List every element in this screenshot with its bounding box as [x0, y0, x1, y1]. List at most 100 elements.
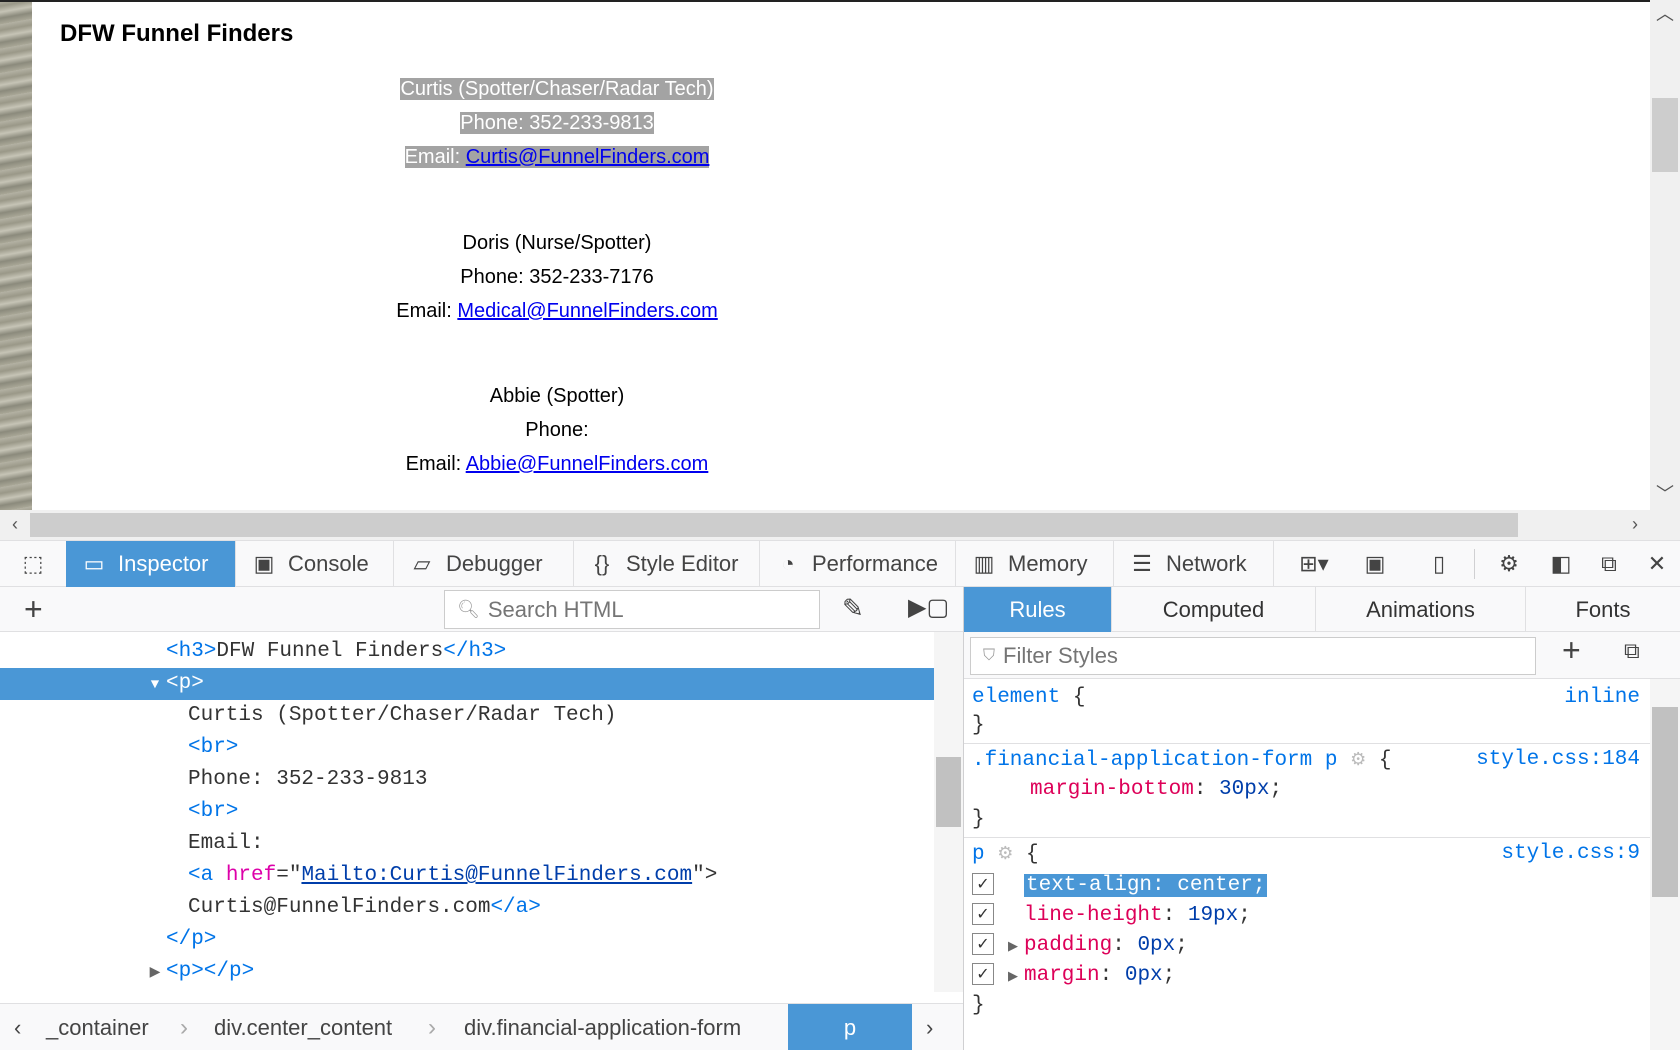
tree-node-br[interactable]: <br>	[0, 796, 934, 828]
layout-frames-icon[interactable]: ⊞▾	[1284, 541, 1344, 587]
dock-side-icon[interactable]: ◧	[1536, 541, 1586, 587]
breadcrumb-left-arrow-icon[interactable]: ‹	[14, 1004, 38, 1050]
split-console-icon[interactable]: ▣	[1350, 541, 1400, 587]
contact-name: Abbie (Spotter)	[489, 385, 625, 407]
tree-text-node[interactable]: Phone: 352-233-9813	[0, 764, 934, 796]
contact-phone: Phone: 352-233-7176	[460, 266, 654, 288]
tab-console[interactable]: ▣ Console	[236, 541, 394, 587]
rules-scroll-thumb[interactable]	[1652, 707, 1678, 897]
href-link[interactable]: Mailto:Curtis@FunnelFinders.com	[301, 864, 692, 887]
contact-block-curtis[interactable]: Curtis (Spotter/Chaser/Radar Tech) Phone…	[322, 72, 792, 174]
expand-triangle-icon[interactable]: ▶	[1008, 932, 1024, 962]
tab-animations[interactable]: Animations	[1316, 587, 1526, 632]
scroll-left-arrow-icon[interactable]: ‹	[0, 514, 30, 535]
search-html-input[interactable]	[487, 596, 808, 623]
tab-computed[interactable]: Computed	[1112, 587, 1316, 632]
rule-source[interactable]: inline	[1564, 683, 1640, 713]
page-vertical-scroll-thumb[interactable]	[1652, 98, 1678, 172]
search-icon: 🔍︎	[457, 599, 480, 619]
tab-rules[interactable]: Rules	[964, 587, 1112, 632]
contact-name: Doris (Nurse/Spotter)	[462, 232, 652, 254]
network-icon: ☰	[1132, 551, 1152, 576]
page-content: DFW Funnel Finders Curtis (Spotter/Chase…	[32, 2, 1650, 510]
declaration-checkbox[interactable]: ✓	[972, 933, 994, 956]
markup-panel: + 🔍︎ ✎ ▶▢ <h3>DFW Funnel Finders</h3> ▼<…	[0, 587, 964, 1050]
gear-icon[interactable]: ⚙	[997, 843, 1013, 864]
element-picker-icon[interactable]: ⬚	[8, 541, 58, 587]
declaration[interactable]: ✓ line-height: 19px;	[972, 901, 1648, 931]
declaration[interactable]: ✓ ▶ padding: 0px;	[972, 931, 1648, 961]
close-icon[interactable]: ✕	[1632, 541, 1680, 587]
breadcrumb-item[interactable]: _container	[46, 1004, 149, 1050]
console-icon: ▣	[253, 551, 275, 576]
sidebar-tabs: Rules Computed Animations Fonts	[964, 587, 1680, 632]
scroll-up-arrow-icon[interactable]: ︿	[1650, 0, 1680, 26]
tab-style-editor[interactable]: {} Style Editor	[574, 541, 760, 587]
rule-element[interactable]: element {inline	[972, 683, 1648, 713]
tree-node-p-collapsed[interactable]: ▶ <p></p>	[0, 956, 934, 988]
filter-styles-input[interactable]	[1003, 643, 1504, 669]
scroll-right-arrow-icon[interactable]: ›	[1620, 514, 1650, 535]
toggle-pseudo-classes-icon[interactable]: ⧉	[1624, 638, 1640, 664]
scroll-down-arrow-icon[interactable]: ﹀	[1650, 480, 1680, 506]
declaration[interactable]: ✓ ▶ margin: 0px;	[972, 961, 1648, 991]
expand-triangle-icon[interactable]: ▼	[144, 669, 166, 701]
eyedropper-icon[interactable]: ✎	[842, 593, 864, 624]
separate-window-icon[interactable]: ⧉	[1584, 541, 1634, 587]
declaration-checkbox[interactable]: ✓	[972, 903, 994, 926]
contact-email-link[interactable]: Medical@FunnelFinders.com	[457, 300, 717, 322]
tree-text-node[interactable]: Curtis (Spotter/Chaser/Radar Tech)	[0, 700, 934, 732]
tree-node-p-close[interactable]: </p>	[0, 924, 934, 956]
add-node-icon[interactable]: +	[24, 591, 43, 628]
breadcrumb-item-active[interactable]: p	[788, 1004, 912, 1050]
background-image-strip	[0, 0, 32, 510]
rule-p[interactable]: p ⚙ {style.css:9	[972, 839, 1648, 869]
rule-divider	[964, 743, 1650, 744]
tree-node-br[interactable]: <br>	[0, 732, 934, 764]
tab-inspector[interactable]: ▭ Inspector	[66, 541, 236, 587]
tab-debugger[interactable]: ▱ Debugger	[394, 541, 574, 587]
tree-node-a-text[interactable]: Curtis@FunnelFinders.com</a>	[0, 892, 934, 924]
site-title: DFW Funnel Finders	[60, 20, 294, 47]
collapsed-triangle-icon[interactable]: ▶	[144, 957, 166, 989]
rule-list: element {inline } .financial-application…	[964, 679, 1650, 1050]
tree-node-h3[interactable]: <h3>DFW Funnel Finders</h3>	[0, 636, 934, 668]
declaration-checkbox[interactable]: ✓	[972, 963, 994, 986]
declaration-highlighted[interactable]: ✓ text-align: center;	[972, 871, 1648, 901]
contact-email-link[interactable]: Abbie@FunnelFinders.com	[466, 453, 709, 475]
style-editor-icon: {}	[594, 551, 610, 576]
search-html-box[interactable]: 🔍︎	[444, 590, 820, 629]
screenshot-node-icon[interactable]: ▶▢	[908, 593, 949, 622]
tab-fonts[interactable]: Fonts	[1526, 587, 1680, 632]
tab-performance[interactable]: ◔ Performance	[760, 541, 956, 587]
settings-gear-icon[interactable]: ⚙	[1484, 541, 1534, 587]
tree-text-node[interactable]: Email:	[0, 828, 934, 860]
expand-triangle-icon[interactable]: ▶	[1008, 962, 1024, 992]
gear-icon[interactable]: ⚙	[1350, 749, 1366, 770]
tab-network[interactable]: ☰ Network	[1114, 541, 1274, 587]
responsive-design-icon[interactable]: ▯	[1414, 541, 1464, 587]
tree-node-a[interactable]: <a href="Mailto:Curtis@FunnelFinders.com…	[0, 860, 934, 892]
rule-source[interactable]: style.css:9	[1501, 839, 1640, 869]
tree-node-p-selected[interactable]: ▼ <p>	[0, 668, 934, 700]
markup-tree: <h3>DFW Funnel Finders</h3> ▼ <p> Curtis …	[0, 632, 934, 992]
add-rule-icon[interactable]: +	[1562, 632, 1581, 669]
devtools-toolbar: ⬚ ▭ Inspector ▣ Console ▱ Debugger {} Style …	[0, 540, 1680, 587]
page-horizontal-scroll-thumb[interactable]	[30, 513, 1518, 537]
declaration-checkbox[interactable]: ✓	[972, 873, 994, 896]
breadcrumb-item[interactable]: div.center_content	[214, 1004, 392, 1050]
declaration[interactable]: margin-bottom: 30px;	[972, 775, 1648, 805]
filter-icon: ⛉	[983, 647, 996, 664]
markup-scroll-thumb[interactable]	[936, 757, 961, 827]
filter-styles-box[interactable]: ⛉	[970, 637, 1536, 675]
tab-memory[interactable]: ▥ Memory	[956, 541, 1114, 587]
breadcrumb-item[interactable]: div.financial-application-form	[464, 1004, 741, 1050]
breadcrumb-right-arrow-icon[interactable]: ›	[926, 1004, 950, 1050]
page-viewport: DFW Funnel Finders Curtis (Spotter/Chase…	[0, 0, 1680, 540]
rule-source[interactable]: style.css:184	[1476, 745, 1640, 775]
page-vertical-scrollbar[interactable]	[1650, 0, 1680, 510]
contact-email-label: Email:	[404, 146, 466, 168]
rule-financial-form-p[interactable]: .financial-application-form p ⚙ {style.c…	[972, 745, 1648, 775]
markup-toolbar: + 🔍︎ ✎ ▶▢	[0, 587, 963, 632]
contact-email-link[interactable]: Curtis@FunnelFinders.com	[466, 146, 710, 168]
